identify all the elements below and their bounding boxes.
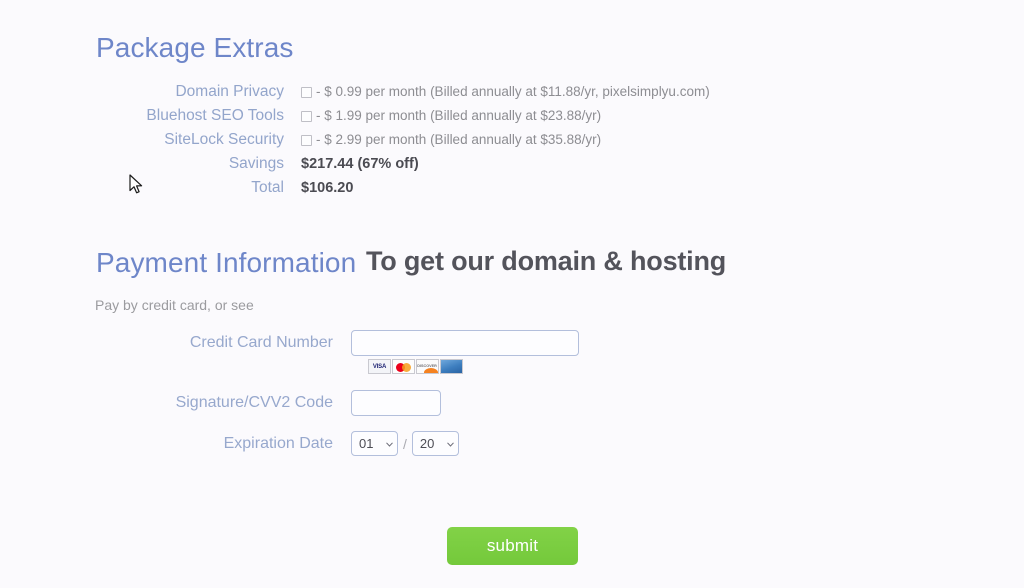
expiration-year-wrap: 2021222324252627282930 <box>411 431 459 456</box>
credit-card-number-row: Credit Card Number <box>96 330 579 356</box>
extras-row-total: Total $106.20 <box>96 178 976 202</box>
expiration-year-select[interactable]: 2021222324252627282930 <box>411 431 459 456</box>
page-root: Package Extras Domain Privacy - $ 0.99 p… <box>0 0 1024 588</box>
cvv-input[interactable] <box>351 390 441 416</box>
package-extras-heading: Package Extras <box>96 32 294 63</box>
extras-value: - $ 2.99 per month (Billed annually at $… <box>301 130 601 150</box>
expiration-date-row: Expiration Date 010203040506070809101112… <box>96 431 579 456</box>
expiration-month-select[interactable]: 010203040506070809101112 <box>351 431 398 456</box>
extras-label: Bluehost SEO Tools <box>146 107 284 124</box>
mastercard-card-logo <box>392 359 415 374</box>
extras-value: - $ 0.99 per month (Billed annually at $… <box>301 82 710 102</box>
extras-value: - $ 1.99 per month (Billed annually at $… <box>301 106 601 126</box>
extras-label: Total <box>251 179 284 196</box>
amex-card-logo <box>440 359 463 374</box>
extras-value-text: - $ 1.99 per month (Billed annually at $… <box>316 108 602 123</box>
extras-value-text: - $ 0.99 per month (Billed annually at $… <box>316 84 710 99</box>
overlay-caption: To get our domain & hosting <box>366 246 727 276</box>
expiration-separator: / <box>403 435 407 452</box>
submit-button[interactable]: submit <box>447 527 578 565</box>
extras-label: Domain Privacy <box>175 83 284 100</box>
discover-card-logo: DISCOVER <box>416 359 439 374</box>
package-extras-list: Domain Privacy - $ 0.99 per month (Bille… <box>96 82 976 202</box>
extras-row-domain-privacy: Domain Privacy - $ 0.99 per month (Bille… <box>96 82 976 106</box>
extras-row-bluehost-seo-tools: Bluehost SEO Tools - $ 1.99 per month (B… <box>96 106 976 130</box>
extras-value-text: - $ 2.99 per month (Billed annually at $… <box>316 132 602 147</box>
total-amount: $106.20 <box>301 180 354 196</box>
extras-row-sitelock-security: SiteLock Security - $ 2.99 per month (Bi… <box>96 130 976 154</box>
credit-card-number-input[interactable] <box>351 330 579 356</box>
extras-label: Savings <box>228 155 284 172</box>
visa-card-logo: VISA <box>368 359 391 374</box>
domain-privacy-checkbox[interactable] <box>301 86 312 98</box>
savings-amount: $217.44 (67% off) <box>301 156 419 172</box>
payment-information-heading: Payment Information <box>96 247 357 278</box>
accepted-cards-row: VISA DISCOVER <box>368 359 463 374</box>
extras-label: SiteLock Security <box>164 131 284 148</box>
expiration-date-label: Expiration Date <box>223 434 333 452</box>
extras-row-savings: Savings $217.44 (67% off) <box>96 154 976 178</box>
payment-subtitle: Pay by credit card, or see <box>95 297 254 313</box>
sitelock-security-checkbox[interactable] <box>301 134 312 146</box>
cvv-row: Signature/CVV2 Code <box>96 390 579 416</box>
payment-form: Credit Card Number Signature/CVV2 Code E… <box>96 330 579 456</box>
bluehost-seo-tools-checkbox[interactable] <box>301 110 312 122</box>
expiration-month-wrap: 010203040506070809101112 <box>351 431 398 456</box>
cvv-label: Signature/CVV2 Code <box>175 394 333 411</box>
credit-card-number-label: Credit Card Number <box>189 334 333 351</box>
